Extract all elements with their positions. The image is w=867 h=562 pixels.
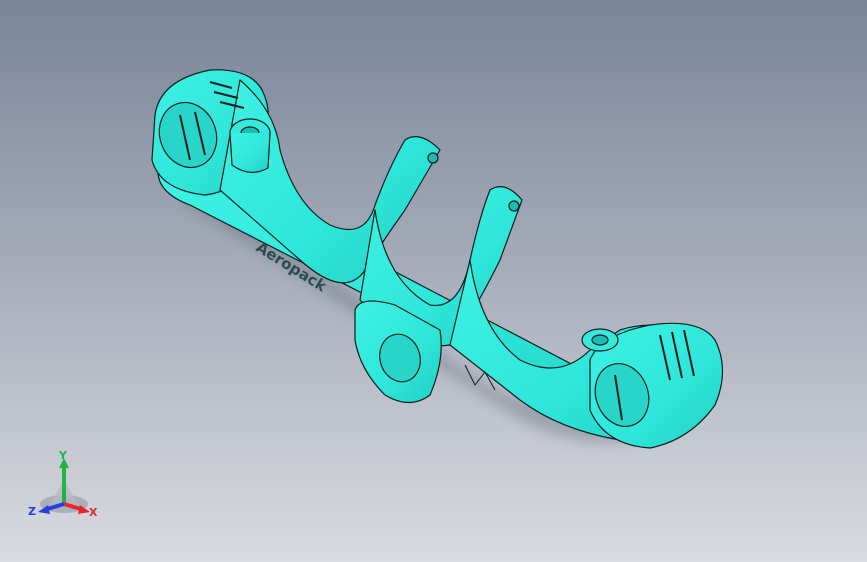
- orientation-triad[interactable]: Y Z X: [22, 448, 106, 524]
- prong1-hole: [427, 152, 439, 164]
- cad-model[interactable]: Aeropack: [0, 0, 867, 562]
- right-boss-hole: [591, 334, 609, 346]
- z-axis-label: Z: [28, 505, 36, 518]
- y-axis-label: Y: [59, 449, 67, 462]
- x-axis-label: X: [89, 506, 98, 519]
- prong2-hole: [508, 200, 520, 212]
- cad-graphics-viewport[interactable]: Aeropack Y Z X: [0, 0, 867, 562]
- bracket-body[interactable]: [150, 69, 724, 449]
- left-boss-wall: [229, 132, 271, 173]
